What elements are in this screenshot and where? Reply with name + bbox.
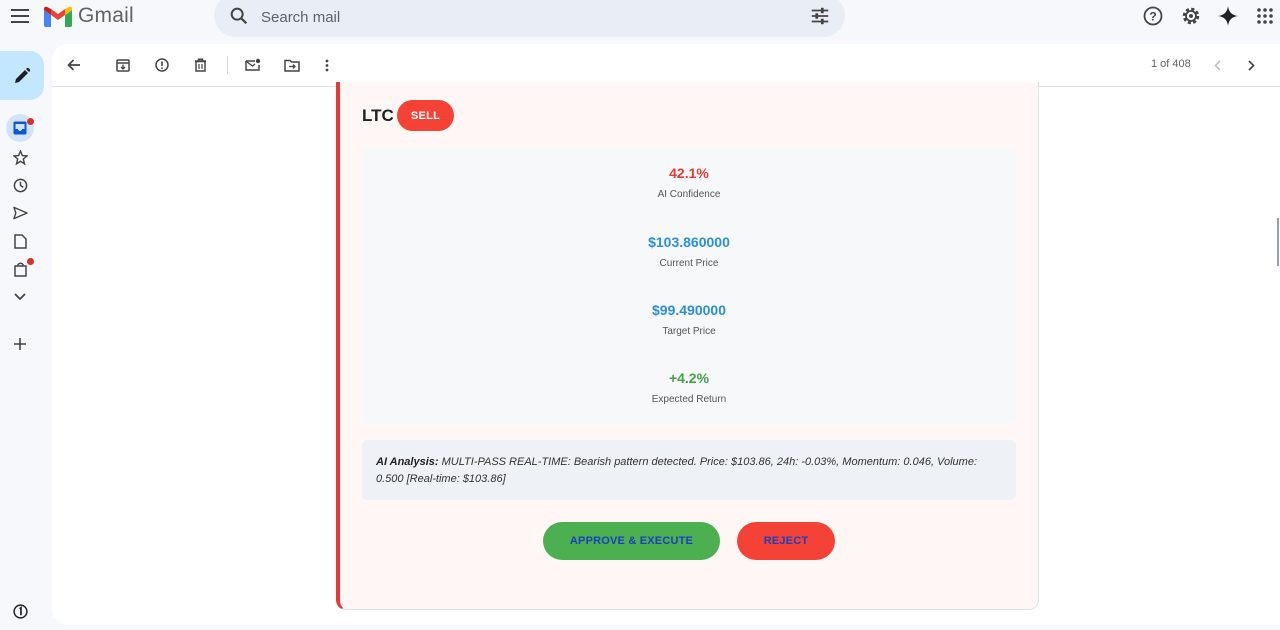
create-label-button[interactable] [10, 334, 30, 354]
delete-button[interactable] [190, 55, 210, 75]
message-toolbar: 1 of 408 [52, 44, 1280, 87]
apps-button[interactable] [1254, 5, 1276, 27]
trash-icon [194, 58, 206, 72]
report-spam-button[interactable] [152, 55, 172, 75]
nav-sent[interactable] [10, 203, 30, 223]
search-bar[interactable]: Search mail [214, 0, 845, 37]
draft-file-icon [13, 233, 27, 249]
analysis-label: AI Analysis: [376, 456, 439, 468]
tune-icon[interactable] [809, 5, 831, 27]
stat-expected-return: +4.2% Expected Return [362, 370, 1016, 405]
confidence-value: 42.1% [669, 165, 709, 181]
apps-grid-icon [1257, 8, 1273, 24]
gmail-logo[interactable]: Gmail [44, 4, 134, 28]
trade-signal-card: LTC SELL 42.1% AI Confidence $103.860000… [336, 82, 1039, 610]
pencil-icon [15, 67, 31, 83]
chevron-down-icon [14, 293, 26, 301]
back-button[interactable] [64, 55, 84, 75]
chevron-left-icon [1213, 59, 1221, 71]
folder-move-icon [284, 59, 300, 72]
upgrade-button[interactable] [10, 601, 30, 621]
analysis-text: MULTI-PASS REAL-TIME: Bearish pattern de… [376, 456, 977, 485]
plus-icon [14, 338, 26, 350]
nav-starred[interactable] [10, 147, 30, 167]
gear-icon [1182, 7, 1200, 25]
settings-button[interactable] [1180, 5, 1202, 27]
sparkle-icon [1218, 6, 1238, 26]
more-options-button[interactable] [317, 55, 337, 75]
scrollbar-thumb[interactable] [1277, 218, 1279, 266]
help-icon: ? [1143, 6, 1163, 26]
approve-execute-button[interactable]: APPROVE & EXECUTE [543, 522, 720, 560]
ai-analysis-box: AI Analysis: MULTI-PASS REAL-TIME: Beari… [362, 440, 1016, 500]
ticker-symbol: LTC [362, 106, 394, 125]
search-input[interactable]: Search mail [261, 9, 340, 26]
target-price-value: $99.490000 [652, 302, 726, 318]
shopping-bag-icon [13, 262, 27, 277]
arrow-back-icon [67, 59, 80, 71]
reject-button[interactable]: REJECT [737, 522, 835, 560]
stat-confidence: 42.1% AI Confidence [362, 165, 1016, 200]
current-price-label: Current Price [659, 258, 719, 269]
report-icon [155, 58, 169, 72]
target-price-label: Target Price [662, 326, 716, 337]
app-name: Gmail [78, 4, 134, 27]
gemini-button[interactable] [1217, 5, 1239, 27]
older-button[interactable] [1241, 55, 1261, 75]
nav-drafts[interactable] [10, 231, 30, 251]
chevron-right-icon [1247, 59, 1255, 71]
top-bar: Gmail Search mail ? [0, 0, 1280, 37]
star-icon [12, 149, 28, 165]
menu-icon [11, 9, 29, 23]
inbox-icon [13, 121, 27, 135]
search-icon[interactable] [228, 5, 250, 27]
main-menu-button[interactable] [8, 4, 32, 28]
move-to-button[interactable] [282, 55, 302, 75]
mark-unread-button[interactable] [243, 55, 263, 75]
more-vert-icon [325, 59, 329, 71]
current-price-value: $103.860000 [648, 234, 730, 250]
expected-return-label: Expected Return [651, 394, 727, 405]
gmail-m-icon [44, 6, 72, 27]
newer-button[interactable] [1207, 55, 1227, 75]
compose-button[interactable] [0, 51, 44, 100]
archive-button[interactable] [113, 55, 133, 75]
archive-icon [116, 59, 130, 72]
send-icon [12, 206, 28, 220]
help-button[interactable]: ? [1142, 5, 1164, 27]
pagination-text: 1 of 408 [1151, 58, 1191, 70]
message-panel: 1 of 408 LTC SELL 42.1% AI Confidence $1… [52, 44, 1280, 625]
info-circle-icon [12, 603, 28, 619]
nav-more[interactable] [10, 287, 30, 307]
expected-return-value: +4.2% [668, 370, 710, 386]
nav-snoozed[interactable] [10, 175, 30, 195]
inbox-unread-dot [27, 118, 34, 125]
stat-current-price: $103.860000 Current Price [362, 234, 1016, 269]
stats-box: 42.1% AI Confidence $103.860000 Current … [362, 148, 1016, 423]
clock-icon [13, 178, 27, 192]
mark-unread-icon [245, 58, 261, 71]
confidence-label: AI Confidence [657, 189, 721, 200]
toolbar-divider [227, 56, 228, 74]
purchases-unread-dot [27, 258, 34, 265]
action-badge: SELL [397, 100, 454, 131]
svg-text:?: ? [1149, 10, 1156, 24]
stat-target-price: $99.490000 Target Price [362, 302, 1016, 337]
